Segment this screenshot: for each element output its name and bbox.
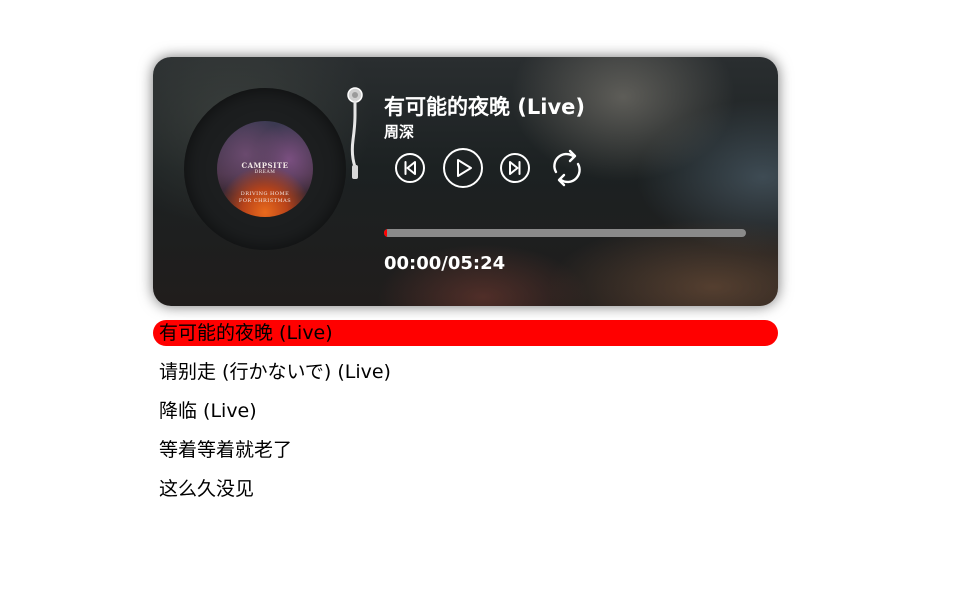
previous-button[interactable]: [394, 152, 426, 184]
skip-next-icon: [500, 153, 530, 183]
playlist-item[interactable]: 有可能的夜晚 (Live): [153, 320, 778, 346]
song-artist: 周深: [384, 123, 415, 141]
cover-text-line4: FOR CHRISTMAS: [238, 198, 292, 204]
loop-button[interactable]: [549, 148, 585, 188]
album-cover: CAMPSITE DREAM DRIVING HOME FOR CHRISTMA…: [217, 121, 313, 217]
vinyl-disc: CAMPSITE DREAM DRIVING HOME FOR CHRISTMA…: [184, 88, 346, 250]
playlist-item[interactable]: 请别走 (行かないで) (Live): [153, 359, 778, 385]
cover-text-line1: CAMPSITE: [241, 161, 289, 170]
playlist-item[interactable]: 降临 (Live): [153, 398, 778, 424]
cover-text-line2: DREAM: [254, 170, 276, 175]
progress-fill: [384, 229, 387, 237]
tonearm-icon: [343, 85, 367, 185]
skip-previous-icon: [395, 153, 425, 183]
play-button[interactable]: [442, 147, 484, 189]
playlist-item[interactable]: 等着等着就老了: [153, 437, 778, 463]
cover-text-line3: DRIVING HOME: [240, 191, 290, 197]
next-button[interactable]: [499, 152, 531, 184]
progress-bar[interactable]: [384, 229, 746, 237]
song-title: 有可能的夜晚 (Live): [384, 95, 586, 119]
play-icon: [443, 148, 483, 188]
repeat-icon: [553, 149, 581, 187]
music-player-card: CAMPSITE DREAM DRIVING HOME FOR CHRISTMA…: [153, 57, 778, 306]
time-display: 00:00/05:24: [384, 253, 506, 274]
playlist: 有可能的夜晚 (Live) 请别走 (行かないで) (Live) 降临 (Live)…: [153, 320, 778, 515]
playlist-item[interactable]: 这么久没见: [153, 476, 778, 502]
